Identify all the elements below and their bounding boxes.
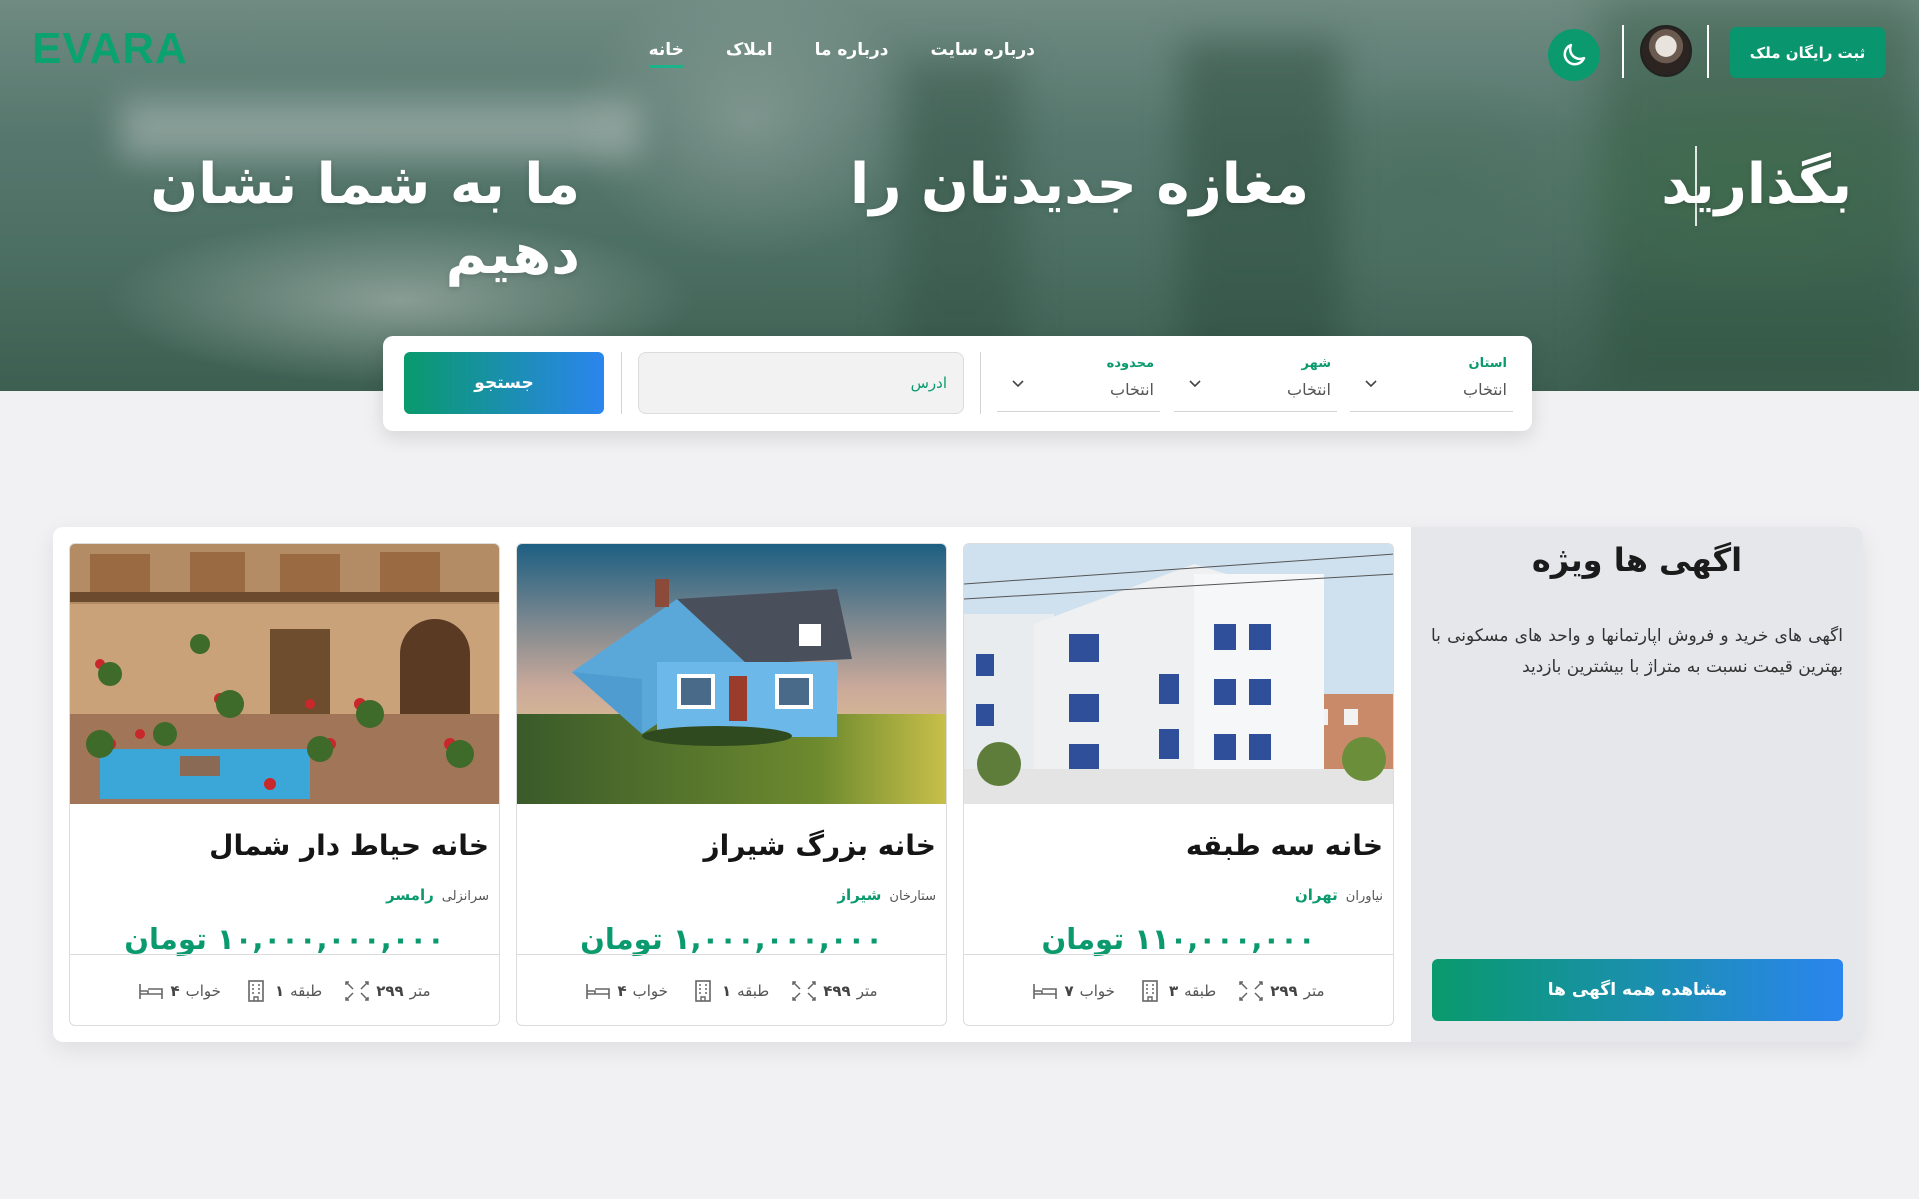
city-select[interactable]: شهر انتخاب xyxy=(1174,354,1337,412)
city-value: انتخاب xyxy=(1287,380,1331,399)
view-all-listings-button[interactable]: مشاهده همه اگهی ها xyxy=(1432,959,1843,1021)
chevron-down-icon xyxy=(1365,380,1377,388)
header-divider xyxy=(1622,25,1624,78)
spec-size: ۴۹۹ متر xyxy=(791,980,878,1002)
building-icon xyxy=(1142,979,1158,1002)
nav-item-properties[interactable]: املاک xyxy=(726,40,773,68)
bed-icon xyxy=(1033,983,1058,999)
search-button[interactable]: جستجو xyxy=(404,352,604,414)
chevron-down-icon xyxy=(1012,380,1024,388)
nav-item-home[interactable]: خانه xyxy=(648,40,685,68)
spec-size: ۲۹۹ متر xyxy=(344,980,431,1002)
listing-specs: ۷ خواب ۳ طبقه ۲۹۹ متر xyxy=(964,954,1393,1025)
search-bar: استان انتخاب شهر انتخاب محدوده انتخاب جس… xyxy=(383,336,1532,431)
moon-icon xyxy=(1563,43,1586,66)
featured-listings: اگهی ها ویژه اگهی های خرید و فروش اپارتم… xyxy=(53,527,1863,1042)
listing-title[interactable]: خانه بزرگ شیراز xyxy=(703,829,936,862)
listing-price: ۱,۰۰۰,۰۰۰,۰۰۰ تومان xyxy=(580,922,883,956)
spec-bedrooms: ۴ خواب xyxy=(585,980,668,1002)
register-property-button[interactable]: ثبت رایگان ملک xyxy=(1730,27,1885,78)
expand-icon xyxy=(792,980,816,1001)
chevron-down-icon xyxy=(1189,380,1201,388)
district-select[interactable]: محدوده انتخاب xyxy=(997,354,1160,412)
listing-title[interactable]: خانه حیاط دار شمال xyxy=(209,829,489,862)
nav-item-about-site[interactable]: درباره سایت xyxy=(931,40,1036,68)
listing-location: تهران نیاوران xyxy=(1295,886,1383,904)
listing-area: سرانزلی xyxy=(441,889,489,904)
address-input[interactable] xyxy=(638,352,964,414)
province-label: استان xyxy=(1468,356,1507,371)
spec-size: ۲۹۹ متر xyxy=(1238,980,1325,1002)
listing-city: شیراز xyxy=(837,886,882,904)
search-divider xyxy=(980,352,981,414)
spec-floors: ۱ طبقه xyxy=(690,979,769,1002)
hero-text-middle: مغازه جدیدتان را xyxy=(850,152,1309,217)
expand-icon xyxy=(1239,980,1263,1001)
listing-city: تهران xyxy=(1294,886,1338,904)
listing-specs: ۴ خواب ۱ طبقه ۴۹۹ متر xyxy=(517,954,946,1025)
listing-card[interactable]: خانه بزرگ شیراز شیراز ستارخان ۱,۰۰۰,۰۰۰,… xyxy=(516,543,947,1026)
listing-price: ۱۰,۰۰۰,۰۰۰,۰۰۰ تومان xyxy=(124,922,445,956)
hero-text-left: ما به شما نشان دهیم xyxy=(150,152,580,287)
expand-icon xyxy=(345,980,369,1001)
search-divider xyxy=(621,352,622,414)
hero-text-right: بگذارید xyxy=(1661,152,1852,217)
listing-specs: ۴ خواب ۱ طبقه ۲۹۹ متر xyxy=(70,954,499,1025)
featured-description: اگهی های خرید و فروش اپارتمانها و واحد ه… xyxy=(1431,626,1843,677)
city-label: شهر xyxy=(1301,356,1331,371)
header-divider xyxy=(1707,25,1709,78)
avatar[interactable] xyxy=(1640,25,1692,77)
bed-icon xyxy=(586,983,611,999)
listing-image[interactable] xyxy=(964,544,1393,804)
province-select[interactable]: استان انتخاب xyxy=(1350,354,1513,412)
theme-toggle-button[interactable] xyxy=(1548,29,1600,81)
listing-card[interactable]: خانه حیاط دار شمال رامسر سرانزلی ۱۰,۰۰۰,… xyxy=(69,543,500,1026)
listing-title[interactable]: خانه سه طبقه xyxy=(1186,829,1383,862)
nav-item-about-us[interactable]: درباره ما xyxy=(815,40,889,68)
listing-location: رامسر سرانزلی xyxy=(386,886,489,904)
main-nav: خانه املاک درباره ما درباره سایت xyxy=(648,40,1036,68)
spec-bedrooms: ۴ خواب xyxy=(138,980,221,1002)
province-value: انتخاب xyxy=(1463,380,1507,399)
listing-price: ۱۱۰,۰۰۰,۰۰۰ تومان xyxy=(1041,922,1316,956)
district-value: انتخاب xyxy=(1110,380,1154,399)
site-logo[interactable]: EVARA xyxy=(32,24,188,74)
hero-banner: EVARA خانه املاک درباره ما درباره سایت ث… xyxy=(0,0,1919,391)
spec-floors: ۱ طبقه xyxy=(243,979,322,1002)
listing-city: رامسر xyxy=(386,886,434,904)
spec-floors: ۳ طبقه xyxy=(1137,979,1216,1002)
spec-bedrooms: ۷ خواب xyxy=(1032,980,1115,1002)
listing-area: ستارخان xyxy=(889,889,936,904)
listing-image[interactable] xyxy=(70,544,499,804)
listing-card[interactable]: خانه سه طبقه تهران نیاوران ۱۱۰,۰۰۰,۰۰۰ ت… xyxy=(963,543,1394,1026)
listing-image[interactable] xyxy=(517,544,946,804)
building-icon xyxy=(695,979,711,1002)
bed-icon xyxy=(139,983,164,999)
building-icon xyxy=(248,979,264,1002)
featured-panel: اگهی ها ویژه اگهی های خرید و فروش اپارتم… xyxy=(1411,527,1863,1042)
listing-location: شیراز ستارخان xyxy=(837,886,936,904)
featured-title: اگهی ها ویژه xyxy=(1531,541,1743,579)
listing-area: نیاوران xyxy=(1345,889,1383,904)
district-label: محدوده xyxy=(1106,356,1154,371)
